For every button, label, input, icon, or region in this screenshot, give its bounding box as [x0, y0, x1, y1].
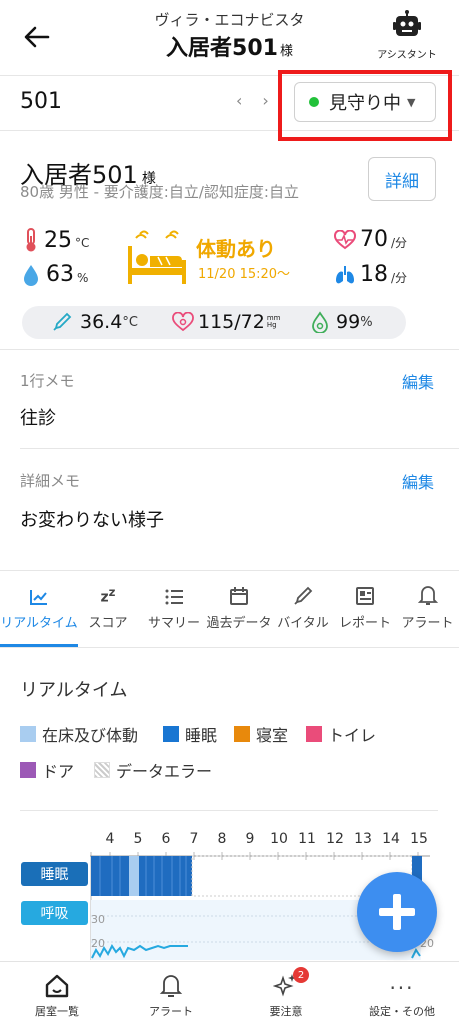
- line-chart-icon: [30, 590, 47, 605]
- hour-label: 10: [270, 831, 288, 847]
- bed-movement-icon: [128, 230, 186, 284]
- room-temperature: 25 °C: [22, 227, 89, 253]
- detail-memo-label: 詳細メモ: [20, 472, 81, 490]
- one-line-memo-label: 1行メモ: [20, 372, 75, 390]
- tab-report[interactable]: レポート: [334, 572, 396, 648]
- detail-memo-text: お変わりない様子: [20, 510, 164, 531]
- tab-bar: リアルタイム zz スコア サマリー 過去データ バイタル レポート アラート: [0, 572, 459, 648]
- water-drop-icon: [24, 264, 38, 286]
- caution-badge: 2: [293, 967, 309, 983]
- resp-tick: 30: [91, 913, 105, 926]
- hour-label: 6: [161, 831, 171, 847]
- blood-pressure: 115/72 mm Hg: [172, 311, 280, 333]
- divider: [20, 448, 459, 449]
- realtime-title: リアルタイム: [20, 680, 128, 701]
- heart-rate: 70 /分: [334, 227, 407, 252]
- hour-label: 4: [105, 831, 115, 847]
- body-temperature: 36.4 °C: [52, 311, 138, 333]
- nav-caution[interactable]: 要注意 2: [229, 962, 343, 1024]
- legend-data-error: データエラー: [94, 758, 212, 782]
- plus-icon: [379, 894, 415, 930]
- more-icon: ···: [389, 976, 415, 1000]
- divider: [0, 570, 459, 571]
- pen-icon: [294, 586, 313, 605]
- spo2: 99%: [310, 311, 373, 333]
- assistant-label: アシスタント: [377, 50, 437, 61]
- activity-status: 体動あり: [196, 237, 276, 261]
- tab-vital[interactable]: バイタル: [272, 572, 334, 648]
- room-number: 501: [20, 89, 62, 114]
- hour-label: 12: [326, 831, 344, 847]
- bottom-nav: 居室一覧 アラート 要注意 2 ··· 設定・その他: [0, 961, 459, 1024]
- tab-realtime[interactable]: リアルタイム: [0, 572, 78, 648]
- zz-icon: zz: [100, 585, 116, 606]
- nav-alert[interactable]: アラート: [114, 962, 228, 1024]
- legend-in-bed: 在床及び体動: [20, 722, 138, 746]
- hour-label: 13: [354, 831, 372, 847]
- tab-alert[interactable]: アラート: [396, 572, 459, 648]
- legend-toilet: トイレ: [306, 722, 376, 746]
- assistant-button[interactable]: アシスタント: [372, 10, 442, 61]
- divider: [0, 349, 459, 350]
- divider: [20, 810, 438, 811]
- vitals-summary[interactable]: 36.4 °C 115/72 mm Hg 99%: [22, 306, 406, 339]
- bell-icon: [417, 586, 438, 605]
- bell-icon: [159, 975, 183, 997]
- hour-label: 7: [189, 831, 199, 847]
- nav-settings[interactable]: ··· 設定・その他: [345, 962, 459, 1024]
- thermometer-icon: [26, 228, 36, 252]
- tab-summary[interactable]: サマリー: [138, 572, 210, 648]
- legend-bedroom: 寝室: [234, 722, 288, 746]
- room-humidity: 63 %: [22, 262, 88, 287]
- sleep-row-label: 睡眠: [21, 862, 88, 886]
- hour-label: 9: [245, 831, 255, 847]
- bp-unit-bottom: Hg: [266, 321, 277, 329]
- app-header: ヴィラ・エコナビスタ 入居者501 様 アシスタント: [0, 0, 459, 76]
- nav-room-list[interactable]: 居室一覧: [0, 962, 114, 1024]
- tab-past-data[interactable]: 過去データ: [206, 572, 272, 648]
- hour-label: 11: [298, 831, 316, 847]
- edit-one-line-memo-button[interactable]: 編集: [402, 369, 434, 393]
- heart-pulse-icon: [334, 229, 356, 249]
- respiration-row-label: 呼吸: [21, 901, 88, 925]
- add-fab-button[interactable]: [357, 872, 437, 952]
- legend-door: ドア: [20, 758, 74, 782]
- active-tab-indicator: [0, 644, 78, 647]
- hour-label: 5: [133, 831, 143, 847]
- activity-time: 11/20 15:20〜: [198, 267, 291, 282]
- robot-icon: [393, 10, 421, 36]
- legend-sleep: 睡眠: [163, 722, 217, 746]
- edit-detail-memo-button[interactable]: 編集: [402, 469, 434, 493]
- lungs-icon: [336, 265, 354, 283]
- calendar-icon: [230, 587, 248, 605]
- hour-label: 15: [410, 831, 428, 847]
- hour-label: 14: [382, 831, 400, 847]
- thermometer-pen-icon: [53, 312, 72, 331]
- report-icon: [356, 587, 374, 605]
- resp-tick: 20: [91, 937, 105, 950]
- oxygen-drop-icon: [312, 311, 328, 333]
- list-icon: [165, 589, 183, 605]
- tab-score[interactable]: zz スコア: [78, 572, 138, 648]
- one-line-memo-text: 往診: [20, 408, 56, 429]
- heart-bp-icon: [172, 312, 194, 332]
- hour-label: 8: [217, 831, 227, 847]
- resident-info: 80歳 男性 - 要介護度:自立/認知症度:自立: [20, 183, 299, 201]
- highlight-box: [278, 70, 452, 141]
- detail-button[interactable]: 詳細: [368, 157, 436, 201]
- prev-room-icon[interactable]: ‹: [236, 91, 262, 110]
- respiration-rate: 18 /分: [334, 262, 407, 287]
- home-icon: [45, 974, 69, 998]
